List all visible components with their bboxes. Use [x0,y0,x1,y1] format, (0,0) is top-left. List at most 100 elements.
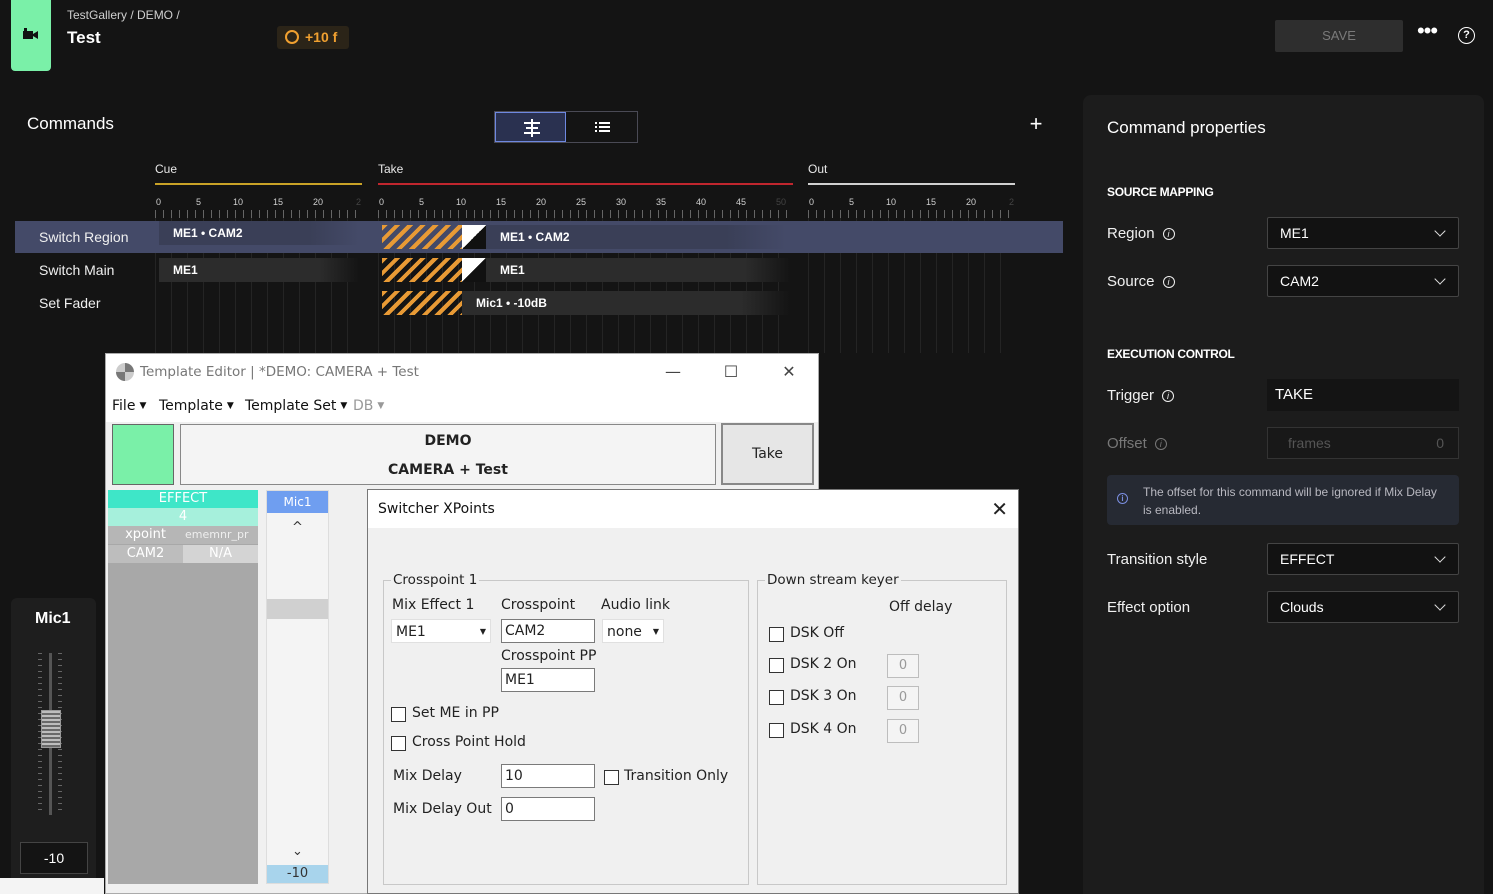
cue-clip[interactable]: ME1 • CAM2 [159,221,359,245]
caret-down-icon: ▼ [652,627,659,636]
ruler-tick-label: 5 [849,197,855,207]
switcher-titlebar[interactable]: Switcher XPoints ✕ [368,490,1018,528]
minimize-icon[interactable]: — [658,360,688,384]
trigger-label: Trigger i [1107,387,1174,404]
dsk-off-checkbox[interactable] [769,627,784,642]
mix-delay-label: Mix Delay [393,768,462,784]
mix-effect-value: ME1 [396,624,426,640]
ememnr-header[interactable]: ememnr_pr [183,526,258,544]
command-properties-panel: Command properties SOURCE MAPPING Region… [1083,95,1484,894]
mic-tab[interactable]: Mic1 [267,491,328,513]
background-window-edge [0,878,104,894]
section-take-label: Take [378,162,404,176]
template-editor-titlebar[interactable]: Template Editor | *DEMO: CAMERA + Test —… [106,354,818,390]
track-name: Set Fader [39,295,101,311]
region-select[interactable]: ME1 [1267,217,1459,249]
menu-file-label: File [112,398,136,414]
set-me-checkbox[interactable] [391,707,406,722]
track-name: Switch Region [39,229,129,245]
info-icon[interactable]: i [1162,276,1175,288]
mic-scroll-panel: Mic1 ^ ⌄ -10 [266,490,329,884]
audio-link-label: Audio link [601,597,671,613]
count-cell[interactable]: 4 [108,508,258,526]
effect-option-value: Clouds [1280,599,1324,615]
take-clip[interactable]: ME1 • CAM2 [486,225,786,249]
mix-delay-input[interactable]: 10 [501,764,595,788]
transition-style-select[interactable]: EFFECT [1267,543,1459,575]
caret-down-icon: ▼ [340,401,348,411]
region-select-value: ME1 [1280,225,1309,241]
menu-template-set[interactable]: Template Set ▼ [245,398,347,414]
crosspoint-input[interactable]: CAM2 [501,619,595,643]
track-row-switch-main[interactable]: Switch Main ME1 ME1 [15,254,1063,286]
effect-option-select[interactable]: Clouds [1267,591,1459,623]
trigger-value[interactable]: TAKE [1267,379,1459,411]
template-color-swatch[interactable] [112,424,174,485]
ruler-tick-label: 0 [809,197,815,207]
section-out-label: Out [808,162,828,176]
offset-badge: +10 f [277,26,349,49]
caret-down-icon: ▼ [377,401,385,411]
down-stream-keyer-label: Down stream keyer [765,572,901,588]
take-clip[interactable]: Mic1 • -10dB [462,291,790,315]
fader-knob[interactable] [41,710,61,748]
cross-point-hold-checkbox[interactable] [391,736,406,751]
mic-value-cell[interactable]: -10 [267,865,328,883]
xpoint-header[interactable]: xpoint [108,526,183,544]
ruler-tick-label: 0 [156,197,162,207]
track-name: Switch Main [39,262,115,278]
info-icon[interactable]: i [1162,228,1175,240]
track-row-switch-region[interactable]: Switch Region ME1 • CAM2 ME1 • CAM2 [15,221,1063,253]
set-me-label: Set ME in PP [412,705,499,721]
help-icon[interactable]: ? [1458,27,1475,44]
dsk4-checkbox[interactable] [769,723,784,738]
template-name-line1: DEMO [424,433,472,449]
menu-file[interactable]: File ▼ [112,398,146,414]
timeline-view-button[interactable] [495,112,566,142]
audio-link-select[interactable]: none ▼ [602,619,664,643]
ruler-tick-label: 45 [736,197,747,207]
add-command-icon[interactable]: + [1026,113,1046,135]
dsk2-checkbox[interactable] [769,658,784,673]
region-label: Region i [1107,225,1175,242]
switcher-xpoints-dialog: Switcher XPoints ✕ Crosspoint 1 Mix Effe… [367,489,1019,894]
crosspoint-pp-input[interactable]: ME1 [501,668,595,692]
menu-template[interactable]: Template ▼ [159,398,234,414]
ruler-tick-label: 20 [966,197,977,207]
ruler-tick-label: 15 [273,197,284,207]
close-icon[interactable]: ✕ [774,360,804,384]
track-row-set-fader[interactable]: Set Fader Mic1 • -10dB [15,287,1063,319]
ruler-tick-label: 25 [576,197,587,207]
ruler-tick-label: 5 [419,197,425,207]
mic-value-input[interactable]: -10 [20,842,88,874]
more-options-icon[interactable]: ••• [1416,20,1438,46]
mix-delay-out-input[interactable]: 0 [501,797,595,821]
save-button[interactable]: SAVE [1275,20,1403,52]
transition-only-label: Transition Only [624,768,729,784]
info-icon[interactable]: i [1161,390,1174,402]
list-view-button[interactable] [567,112,638,142]
source-select[interactable]: CAM2 [1267,265,1459,297]
chevron-down-icon [1434,273,1446,285]
close-icon[interactable]: ✕ [991,497,1008,521]
take-delay-hatch [382,291,462,315]
ememnr-value-cell[interactable]: N/A [183,545,258,563]
dsk4-label: DSK 4 On [790,721,857,737]
scroll-down-icon[interactable]: ⌄ [267,843,328,861]
scroll-thumb[interactable] [267,599,328,619]
breadcrumb[interactable]: TestGallery / DEMO / [67,8,180,22]
off-delay-label: Off delay [889,599,953,615]
info-icon: i [1117,493,1128,504]
dsk3-checkbox[interactable] [769,690,784,705]
mix-effect-select[interactable]: ME1 ▼ [391,619,491,643]
transition-only-checkbox[interactable] [604,770,619,785]
take-clip[interactable]: ME1 [486,258,790,282]
maximize-icon[interactable]: ☐ [716,360,746,384]
scroll-up-icon[interactable]: ^ [267,519,328,537]
effect-cell[interactable]: EFFECT [108,490,258,508]
cue-clip[interactable]: ME1 [159,258,359,282]
menu-db: DB ▼ [353,398,384,414]
xpoint-value-cell[interactable]: CAM2 [108,545,183,563]
take-button[interactable]: Take [721,423,814,485]
mix-delay-out-label: Mix Delay Out [393,801,492,817]
